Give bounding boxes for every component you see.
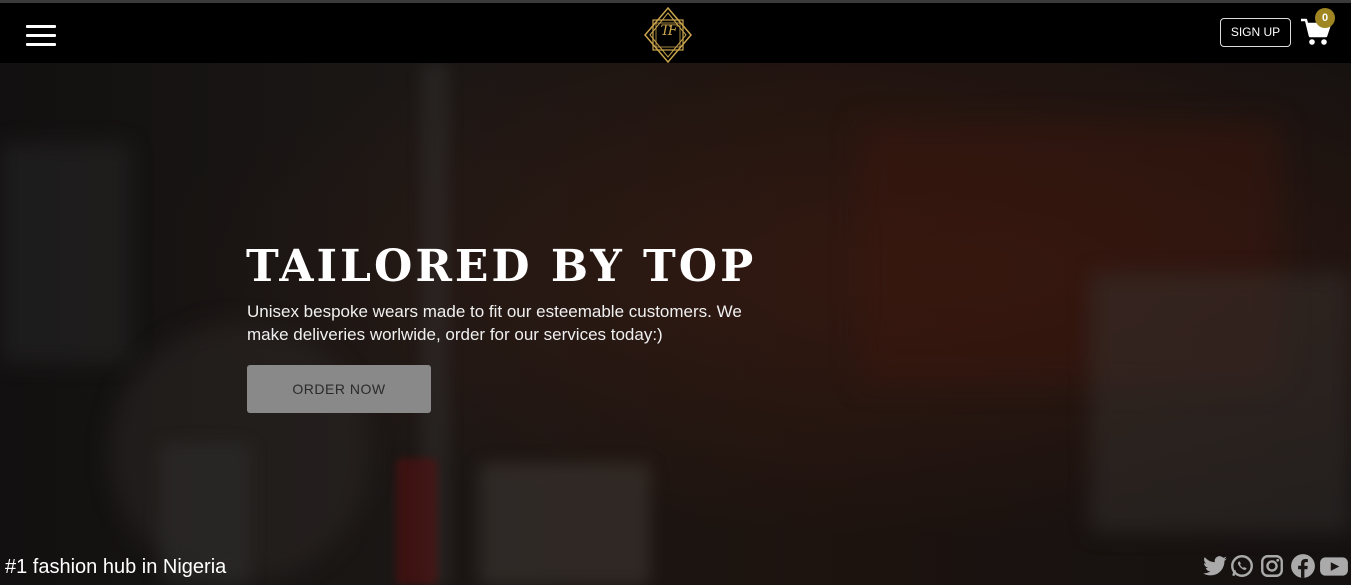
whatsapp-icon[interactable]	[1229, 553, 1255, 579]
twitter-icon[interactable]	[1202, 553, 1228, 579]
instagram-icon[interactable]	[1259, 553, 1285, 579]
hero-title: TAILORED BY TOP	[246, 241, 757, 292]
brand-logo[interactable]: TF	[643, 6, 693, 64]
hero-section: TAILORED BY TOP Unisex bespoke wears mad…	[0, 63, 1351, 585]
hamburger-line	[26, 43, 56, 46]
cart-count-badge: 0	[1315, 8, 1335, 28]
signup-button[interactable]: SIGN UP	[1220, 18, 1291, 47]
hero-background-shape	[1090, 273, 1351, 533]
hamburger-menu-icon[interactable]	[26, 25, 56, 47]
hero-tagline: #1 fashion hub in Nigeria	[5, 556, 227, 578]
hamburger-line	[26, 25, 56, 28]
hero-background-shape	[0, 143, 130, 363]
hero-background-shape	[480, 463, 650, 585]
youtube-icon[interactable]	[1319, 553, 1349, 579]
navbar: TF SIGN UP	[0, 3, 1351, 64]
social-links	[1201, 553, 1351, 583]
facebook-icon[interactable]	[1290, 553, 1316, 579]
hero-subtitle: Unisex bespoke wears made to fit our est…	[247, 302, 742, 344]
hero-background-shape	[396, 458, 438, 585]
order-now-button[interactable]: ORDER NOW	[247, 365, 431, 413]
logo-monogram: TF	[660, 23, 677, 39]
hamburger-line	[26, 34, 56, 37]
